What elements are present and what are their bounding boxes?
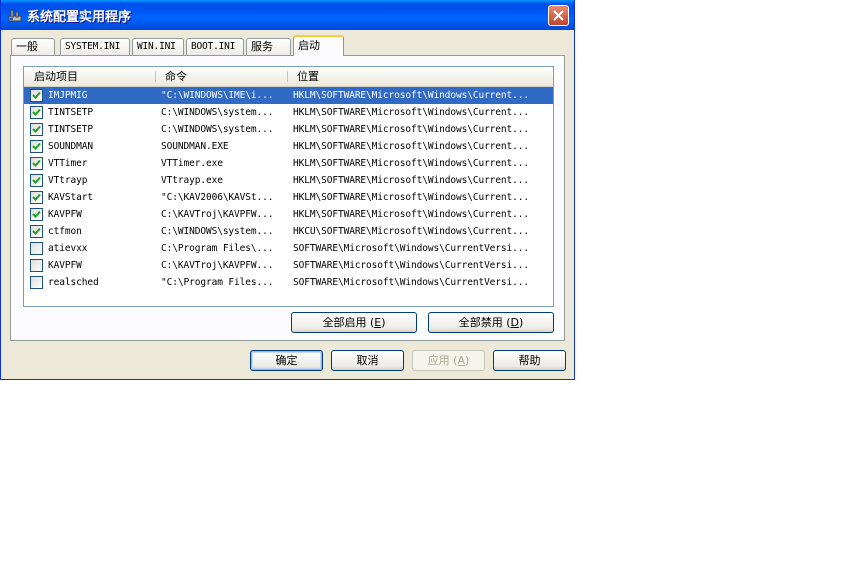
checkmark-icon: [32, 210, 41, 218]
item-cell: KAVPFW: [48, 260, 82, 271]
checkmark-icon: [32, 227, 41, 235]
column-separator[interactable]: [287, 71, 288, 82]
help-button[interactable]: 帮助: [493, 350, 566, 371]
enable-checkbox[interactable]: [30, 191, 43, 204]
checkmark-icon: [32, 193, 41, 201]
list-item[interactable]: VTTimer VTTimer.exe HKLM\SOFTWARE\Microsof…: [24, 155, 553, 172]
list-item[interactable]: KAVStart "C:\KAV2006\KAVSt... HKLM\SOFTWAR…: [24, 189, 553, 206]
enable-checkbox[interactable]: [30, 259, 43, 272]
item-cell: ctfmon: [48, 226, 82, 237]
checkmark-icon: [32, 142, 41, 150]
column-location[interactable]: 位置: [297, 69, 319, 84]
enable-checkbox[interactable]: [30, 123, 43, 136]
enable-all-button[interactable]: 全部启用 (E): [291, 312, 417, 333]
command-cell: C:\KAVTroj\KAVPFW...: [161, 209, 274, 220]
enable-checkbox[interactable]: [30, 276, 43, 289]
location-cell: HKLM\SOFTWARE\Microsoft\Windows\Current.…: [293, 175, 530, 186]
list-item[interactable]: KAVPFW C:\KAVTroj\KAVPFW... HKLM\SOFTWARE\…: [24, 206, 553, 223]
checkmark-icon: [32, 91, 41, 99]
tab-general[interactable]: 一般: [11, 38, 55, 55]
item-cell: realsched: [48, 277, 99, 288]
enable-checkbox[interactable]: [30, 106, 43, 119]
apply-button[interactable]: 应用 (A): [412, 350, 485, 371]
list-item[interactable]: ctfmon C:\WINDOWS\system... HKCU\SOFTWARE\…: [24, 223, 553, 240]
command-cell: "C:\KAV2006\KAVSt...: [161, 192, 274, 203]
ok-button[interactable]: 确定: [250, 350, 323, 371]
command-cell: C:\WINDOWS\system...: [161, 226, 274, 237]
column-command[interactable]: 命令: [165, 69, 187, 84]
list-item[interactable]: TINTSETP C:\WINDOWS\system... HKLM\SOFTWAR…: [24, 121, 553, 138]
tab-boot-ini[interactable]: BOOT.INI: [186, 38, 244, 55]
column-startup-item[interactable]: 启动项目: [34, 69, 78, 84]
disable-all-button[interactable]: 全部禁用 (D): [428, 312, 554, 333]
list-item[interactable]: SOUNDMAN SOUNDMAN.EXE HKLM\SOFTWARE\Micros…: [24, 138, 553, 155]
tab-system-ini[interactable]: SYSTEM.INI: [60, 38, 130, 55]
command-cell: SOUNDMAN.EXE: [161, 141, 229, 152]
location-cell: HKCU\SOFTWARE\Microsoft\Windows\Current.…: [293, 226, 530, 237]
location-cell: SOFTWARE\Microsoft\Windows\CurrentVersi.…: [293, 277, 530, 288]
list-item[interactable]: realsched "C:\Program Files... SOFTWARE\Mi…: [24, 274, 553, 291]
system-config-window: 系统配置实用程序 一般 SYSTEM.INI WIN.INI BOOT.INI …: [0, 0, 575, 380]
item-cell: VTTimer: [48, 158, 88, 169]
list-item[interactable]: TINTSETP C:\WINDOWS\system... HKLM\SOFTWAR…: [24, 104, 553, 121]
tab-win-ini[interactable]: WIN.INI: [132, 38, 184, 55]
item-cell: KAVStart: [48, 192, 93, 203]
command-cell: C:\WINDOWS\system...: [161, 124, 274, 135]
location-cell: HKLM\SOFTWARE\Microsoft\Windows\Current.…: [293, 158, 530, 169]
item-cell: TINTSETP: [48, 124, 93, 135]
tab-startup[interactable]: 启动: [293, 35, 344, 56]
checkmark-icon: [32, 176, 41, 184]
command-cell: VTTimer.exe: [161, 158, 223, 169]
location-cell: HKLM\SOFTWARE\Microsoft\Windows\Current.…: [293, 107, 530, 118]
location-cell: HKLM\SOFTWARE\Microsoft\Windows\Current.…: [293, 141, 530, 152]
list-header: 启动项目 命令 位置: [24, 67, 553, 87]
item-cell: atievxx: [48, 243, 88, 254]
list-item[interactable]: KAVPFW C:\KAVTroj\KAVPFW... SOFTWARE\Micro…: [24, 257, 553, 274]
location-cell: SOFTWARE\Microsoft\Windows\CurrentVersi.…: [293, 260, 530, 271]
location-cell: HKLM\SOFTWARE\Microsoft\Windows\Current.…: [293, 124, 530, 135]
location-cell: HKLM\SOFTWARE\Microsoft\Windows\Current.…: [293, 90, 530, 101]
item-cell: VTtrayp: [48, 175, 88, 186]
list-item[interactable]: atievxx C:\Program Files\... SOFTWARE\Micr…: [24, 240, 553, 257]
location-cell: HKLM\SOFTWARE\Microsoft\Windows\Current.…: [293, 209, 530, 220]
checkmark-icon: [32, 108, 41, 116]
list-item[interactable]: VTtrayp VTtrayp.exe HKLM\SOFTWARE\Microsof…: [24, 172, 553, 189]
list-item[interactable]: IMJPMIG "C:\WINDOWS\IME\i... HKLM\SOFTWARE…: [24, 87, 553, 104]
command-cell: VTtrayp.exe: [161, 175, 223, 186]
column-separator[interactable]: [155, 71, 156, 82]
location-cell: SOFTWARE\Microsoft\Windows\CurrentVersi.…: [293, 243, 530, 254]
enable-checkbox[interactable]: [30, 157, 43, 170]
enable-checkbox[interactable]: [30, 208, 43, 221]
checkmark-icon: [32, 125, 41, 133]
command-cell: "C:\Program Files...: [161, 277, 274, 288]
close-icon: [553, 10, 564, 21]
msconfig-icon: [7, 7, 23, 23]
tab-services[interactable]: 服务: [246, 38, 291, 55]
startup-panel: 启动项目 命令 位置 IMJPMIG "C:\WINDOWS\IME\i... HK…: [10, 55, 565, 341]
checkmark-icon: [32, 159, 41, 167]
enable-checkbox[interactable]: [30, 140, 43, 153]
enable-checkbox[interactable]: [30, 242, 43, 255]
command-cell: C:\KAVTroj\KAVPFW...: [161, 260, 274, 271]
enable-checkbox[interactable]: [30, 225, 43, 238]
command-cell: "C:\WINDOWS\IME\i...: [161, 90, 274, 101]
command-cell: C:\Program Files\...: [161, 243, 274, 254]
close-button[interactable]: [548, 5, 569, 26]
cancel-button[interactable]: 取消: [331, 350, 404, 371]
enable-checkbox[interactable]: [30, 174, 43, 187]
startup-list[interactable]: 启动项目 命令 位置 IMJPMIG "C:\WINDOWS\IME\i... HK…: [23, 66, 554, 307]
location-cell: HKLM\SOFTWARE\Microsoft\Windows\Current.…: [293, 192, 530, 203]
item-cell: TINTSETP: [48, 107, 93, 118]
item-cell: IMJPMIG: [48, 90, 88, 101]
window-title: 系统配置实用程序: [27, 10, 132, 25]
item-cell: KAVPFW: [48, 209, 82, 220]
title-bar[interactable]: 系统配置实用程序: [1, 0, 574, 30]
item-cell: SOUNDMAN: [48, 141, 93, 152]
enable-checkbox[interactable]: [30, 89, 43, 102]
command-cell: C:\WINDOWS\system...: [161, 107, 274, 118]
